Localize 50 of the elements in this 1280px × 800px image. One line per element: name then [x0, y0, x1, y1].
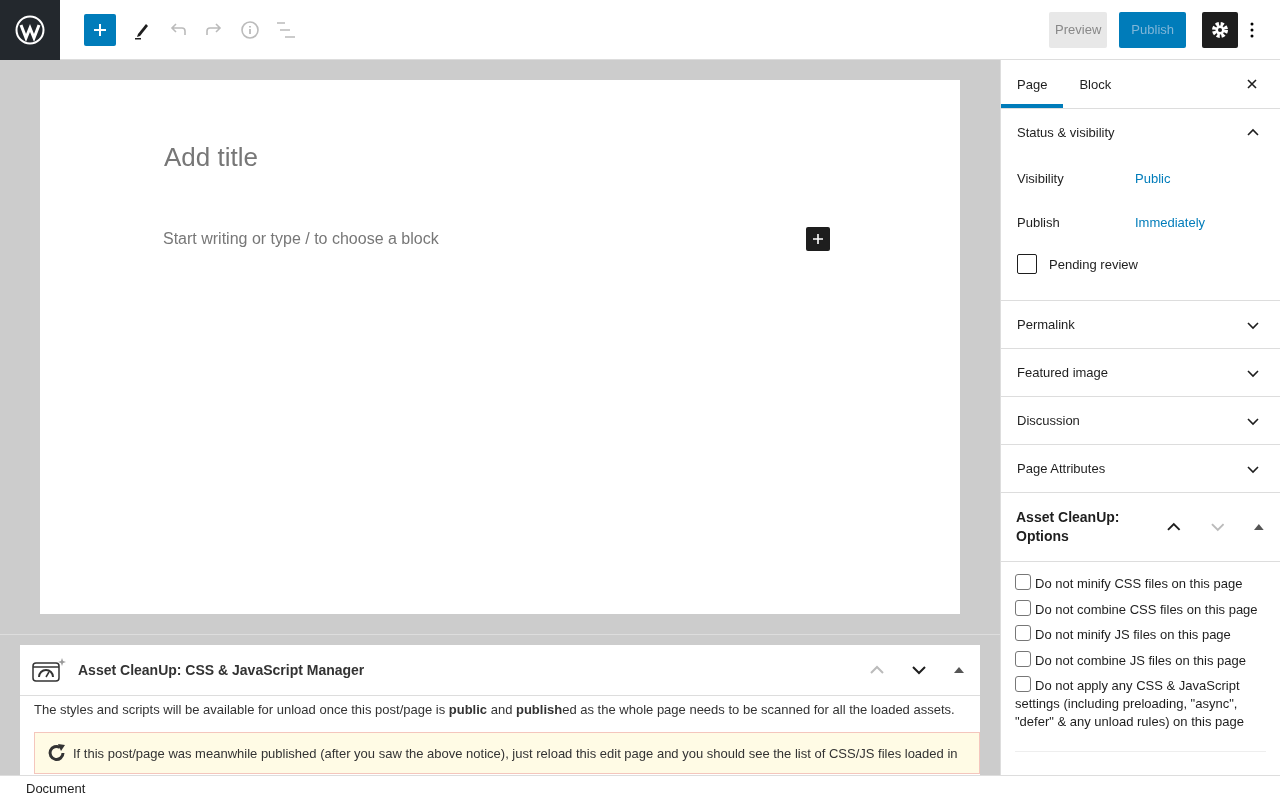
add-block-button[interactable] [806, 227, 830, 251]
panel-toggle[interactable]: Discussion [1001, 397, 1280, 444]
settings-button[interactable] [1202, 11, 1238, 48]
checkbox[interactable] [1015, 599, 1031, 616]
checkbox-label: Pending review [1049, 256, 1138, 272]
chevron-down-icon [1246, 463, 1260, 474]
plus-icon [812, 233, 824, 245]
chevron-up-icon[interactable] [1167, 522, 1181, 532]
panel-title: Asset CleanUp: CSS & JavaScript Manager [78, 662, 366, 678]
checkbox[interactable] [1015, 676, 1031, 692]
field-link[interactable]: Public [1135, 170, 1171, 186]
wordpress-logo-icon [15, 14, 45, 45]
triangle-up-icon[interactable] [954, 667, 964, 673]
checkbox[interactable] [1017, 254, 1037, 274]
sidebar-tab[interactable]: Block [1063, 60, 1128, 108]
panel-toggle[interactable]: Status & visibility [1001, 109, 1280, 156]
chevron-down-icon [1246, 319, 1260, 330]
option-label: Do not combine JS files on this page [1015, 650, 1266, 670]
checkbox[interactable] [1015, 650, 1031, 667]
breadcrumb[interactable]: Document [26, 780, 86, 796]
field-label: Visibility [1017, 170, 1065, 186]
panel-title: Asset CleanUp: Options [1016, 508, 1121, 546]
option-label: Do not combine CSS files on this page [1015, 599, 1266, 619]
checkbox[interactable] [1015, 574, 1031, 590]
more-options-icon[interactable] [1250, 21, 1254, 38]
panel-toggle[interactable]: Page Attributes [1001, 445, 1280, 492]
option-label: Do not minify CSS files on this page [1015, 574, 1266, 593]
field-link[interactable]: Immediately [1135, 214, 1206, 230]
wordpress-logo[interactable] [0, 0, 60, 60]
option-label: Do not minify JS files on this page [1015, 625, 1266, 644]
checkbox[interactable] [1015, 625, 1031, 641]
block-placeholder[interactable]: Start writing or type / to choose a block [163, 230, 439, 248]
plus-icon [92, 21, 108, 38]
chevron-down-icon [1246, 367, 1260, 378]
field-label: Publish [1017, 214, 1061, 230]
chevron-up-icon [1246, 127, 1260, 138]
panel-toggle[interactable]: Permalink [1001, 301, 1280, 348]
speedometer-icon [32, 657, 66, 683]
triangle-up-icon[interactable] [1254, 524, 1264, 530]
close-icon[interactable] [1247, 79, 1257, 89]
settings-icon [1210, 19, 1230, 40]
chevron-down-icon[interactable] [912, 665, 926, 675]
notice-text: If this post/page was meanwhile published (after you saw the above notice), just reload this edit page and you should see the list of CSS/JS files loaded in [73, 745, 958, 761]
chevron-down-icon [1246, 415, 1260, 426]
reload-icon [47, 743, 67, 763]
panel-toggle[interactable]: Featured image [1001, 349, 1280, 396]
notice-text: The styles and scripts will be available for unload once this post/page is public and published as the whole page needs to be scanned for all the loaded assets. [34, 702, 956, 717]
option-label: Do not apply any CSS & JavaScript settings (including preloading, "async", "defer" & any unload rules) on this page [1015, 676, 1245, 731]
title-field[interactable]: Add title [164, 142, 838, 173]
sidebar-tab[interactable]: Page [1001, 60, 1064, 108]
